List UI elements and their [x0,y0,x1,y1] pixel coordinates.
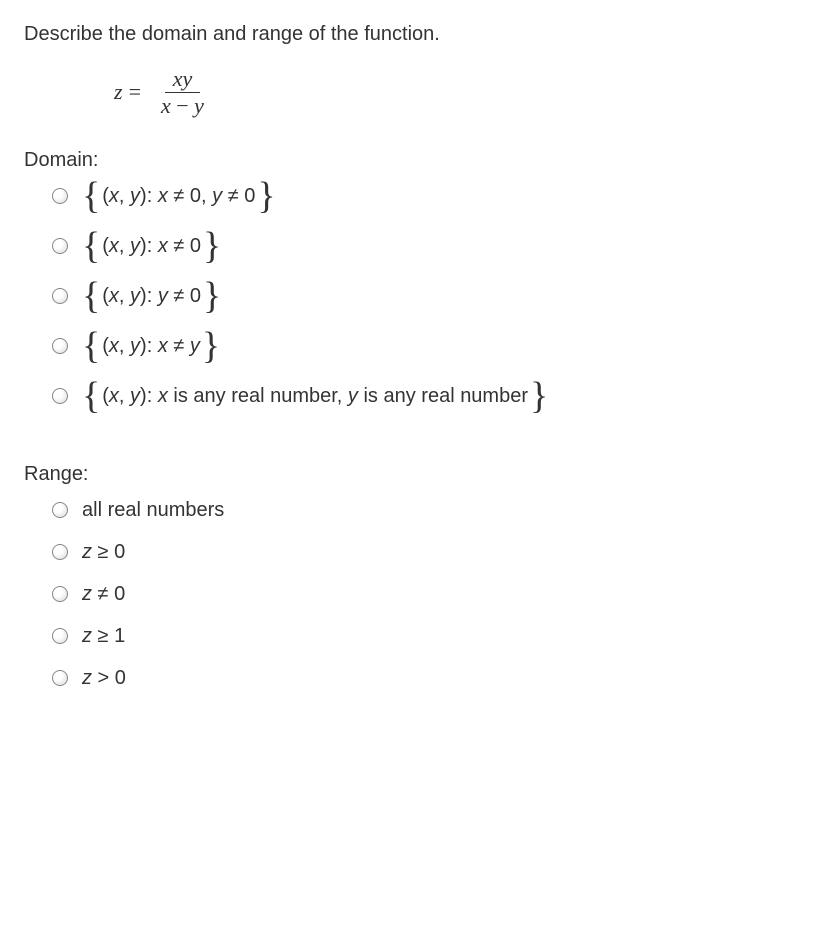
range-option-expression: z ≥ 0 [82,538,125,566]
domain-option-expression: {(x, y): y ≠ 0} [82,282,221,310]
range-option-0[interactable]: all real numbers [52,496,816,524]
set-body: (x, y): x ≠ y [102,332,200,360]
range-option-2[interactable]: z ≠ 0 [52,580,816,608]
radio-button[interactable] [52,544,68,560]
domain-label: Domain: [24,146,816,174]
set-body: (x, y): x ≠ 0 [102,232,201,260]
radio-button[interactable] [52,288,68,304]
radio-button[interactable] [52,586,68,602]
range-option-expression: all real numbers [82,496,224,524]
range-option-1[interactable]: z ≥ 0 [52,538,816,566]
radio-button[interactable] [52,670,68,686]
radio-button[interactable] [52,338,68,354]
range-option-3[interactable]: z ≥ 1 [52,622,816,650]
domain-option-3[interactable]: {(x, y): x ≠ y} [52,332,816,360]
domain-option-0[interactable]: {(x, y): x ≠ 0, y ≠ 0} [52,182,816,210]
range-options-group: all real numbers z ≥ 0 z ≠ 0 z ≥ 1 z > 0 [52,496,816,692]
range-label: Range: [24,460,816,488]
domain-option-2[interactable]: {(x, y): y ≠ 0} [52,282,816,310]
radio-button[interactable] [52,238,68,254]
equals-sign: = [129,77,141,108]
set-body: (x, y): y ≠ 0 [102,282,201,310]
domain-options-group: {(x, y): x ≠ 0, y ≠ 0} {(x, y): x ≠ 0} {(x… [52,182,816,410]
domain-option-expression: {(x, y): x ≠ 0} [82,232,221,260]
radio-button[interactable] [52,502,68,518]
radio-button[interactable] [52,628,68,644]
domain-option-expression: {(x, y): x is any real number, y is any … [82,382,548,410]
equation-lhs: z [114,77,123,108]
radio-button[interactable] [52,188,68,204]
domain-option-expression: {(x, y): x ≠ 0, y ≠ 0} [82,182,276,210]
function-equation: z = xy x − y [114,66,816,120]
question-text: Describe the domain and range of the fun… [24,20,816,48]
domain-option-1[interactable]: {(x, y): x ≠ 0} [52,232,816,260]
radio-button[interactable] [52,388,68,404]
domain-option-4[interactable]: {(x, y): x is any real number, y is any … [52,382,816,410]
range-option-expression: z ≠ 0 [82,580,125,608]
fraction: xy x − y [153,66,212,120]
range-option-expression: z > 0 [82,664,126,692]
set-body: (x, y): x ≠ 0, y ≠ 0 [102,182,255,210]
set-body: (x, y): x is any real number, y is any r… [102,382,528,410]
range-option-expression: z ≥ 1 [82,622,125,650]
denominator: x − y [153,93,212,119]
numerator: xy [165,66,201,93]
range-option-4[interactable]: z > 0 [52,664,816,692]
domain-option-expression: {(x, y): x ≠ y} [82,332,220,360]
